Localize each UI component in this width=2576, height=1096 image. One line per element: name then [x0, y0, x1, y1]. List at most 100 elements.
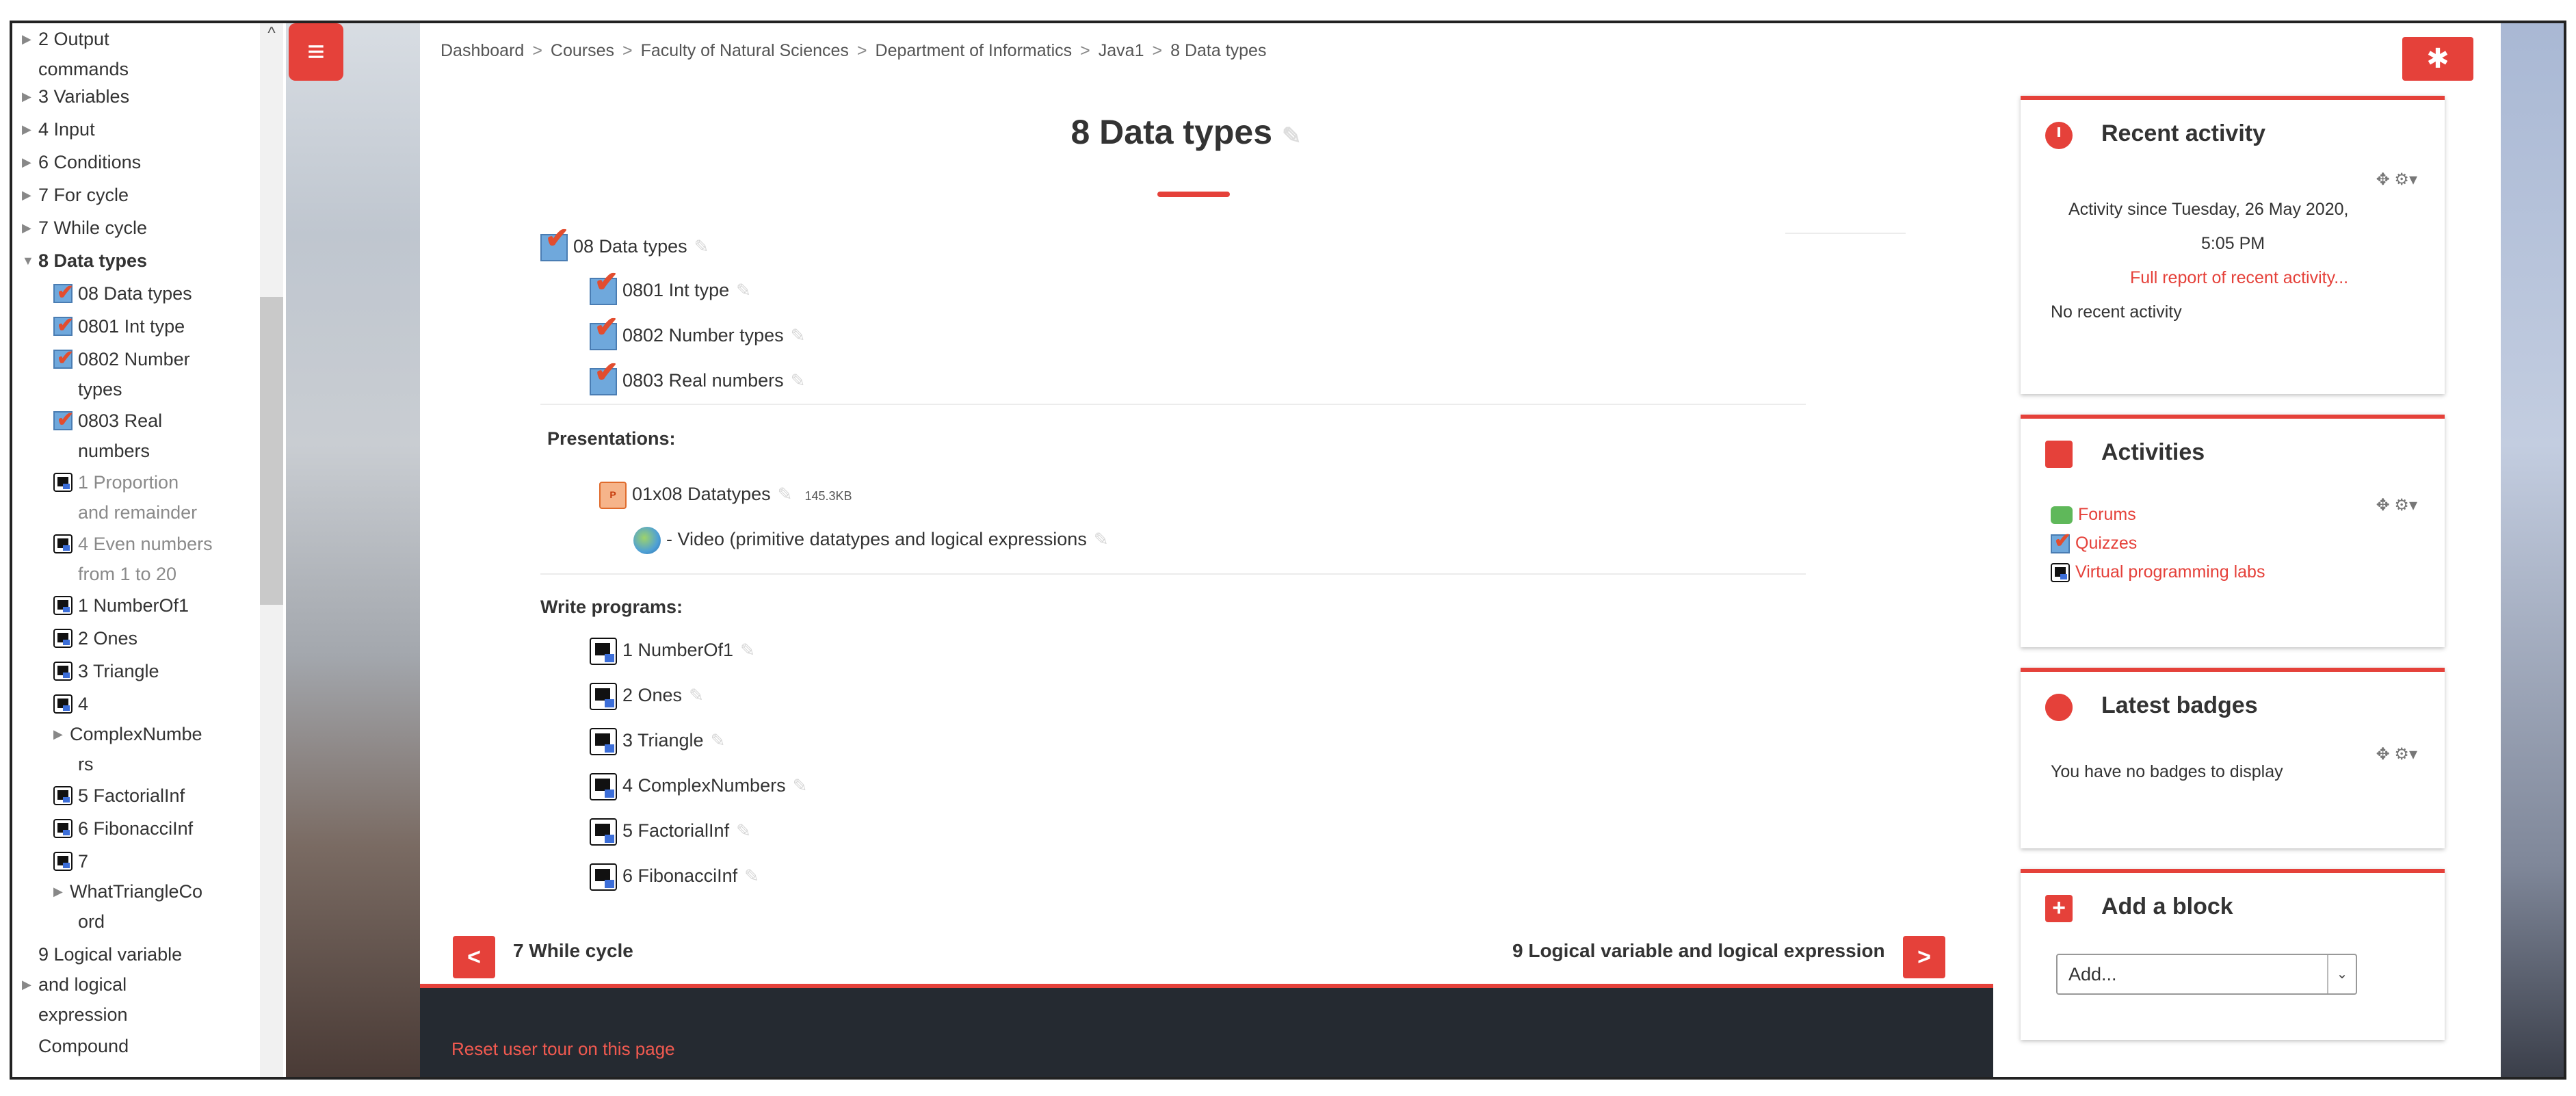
edit-pencil-icon[interactable]: ✎	[778, 484, 793, 504]
quiz-icon	[540, 224, 569, 261]
quiz-icon	[53, 406, 74, 434]
edit-pencil-icon[interactable]: ✎	[1094, 529, 1109, 549]
vpl-factorialinf[interactable]: 5 FactorialInf ✎	[590, 817, 751, 846]
add-block-select[interactable]: Add... ⌄	[2056, 954, 2357, 995]
vpl-fibonacciinf[interactable]: 6 FibonacciInf ✎	[590, 862, 759, 891]
vpl-icon	[53, 472, 73, 492]
drawer-item-vpl-fibonacciinf[interactable]: 6 FibonacciInf	[53, 813, 286, 843]
vpl-icon	[53, 534, 73, 553]
activities-block: Activities ✥ ⚙▾ Forums Quizzes Virtual p…	[2021, 415, 2445, 647]
page-title: 8 Data types ✎	[1070, 113, 1302, 151]
vpl-icon	[53, 818, 73, 838]
vpl-link[interactable]: Virtual programming labs	[2051, 562, 2265, 583]
background-photo	[286, 23, 420, 1077]
drawer-item-quiz-0803[interactable]: 0803 Real numbers	[53, 405, 286, 465]
prev-section-link[interactable]: 7 While cycle	[513, 940, 633, 962]
drawer-item-6-conditions[interactable]: ▶ 6 Conditions	[22, 146, 254, 177]
drawer-item-vpl-complexnumbers[interactable]: 4 ▶ ComplexNumbe rs	[53, 688, 286, 779]
expanded-triangle-icon: ▼	[22, 253, 34, 268]
presentations-label: Presentations:	[547, 428, 676, 449]
move-configure-icon[interactable]: ✥ ⚙▾	[2376, 170, 2417, 190]
edit-pencil-icon[interactable]: ✎	[744, 865, 759, 886]
drawer-item-4-input[interactable]: ▶ 4 Input	[22, 114, 254, 144]
file-size: 145.3KB	[804, 489, 852, 503]
edit-pencil-icon[interactable]: ✎	[791, 325, 806, 345]
nav-drawer: ^ ▶ 2 Output commands ▶ 3 Variables ▶ 4 Inp…	[12, 23, 286, 1077]
collapsed-triangle-icon: ▶	[53, 727, 63, 741]
quiz-0803[interactable]: 0803 Real numbers✎	[590, 358, 806, 395]
hamburger-icon[interactable]: ≡	[289, 23, 343, 81]
vpl-ones[interactable]: 2 Ones ✎	[590, 681, 704, 710]
quiz-08-data-types[interactable]: 08 Data types✎	[540, 224, 709, 261]
gear-icon[interactable]: ✱	[2402, 37, 2473, 81]
edit-pencil-icon[interactable]: ✎	[736, 280, 751, 300]
edit-pencil-icon[interactable]: ✎	[1282, 123, 1302, 149]
drawer-item-3-variables[interactable]: ▶ 3 Variables	[22, 81, 254, 111]
vpl-icon	[590, 637, 617, 665]
breadcrumb-dashboard[interactable]: Dashboard	[441, 41, 524, 60]
vpl-icon	[53, 595, 73, 615]
drawer-item-9-logical[interactable]: 9 Logical variable ▶ and logical expressi…	[22, 939, 254, 1029]
edit-pencil-icon[interactable]: ✎	[694, 236, 709, 257]
drawer-item-vpl-whattriangle[interactable]: 7 ▶ WhatTriangleCo ord	[53, 846, 286, 936]
edit-pencil-icon[interactable]: ✎	[740, 640, 755, 660]
drawer-item-7-for-cycle[interactable]: ▶ 7 For cycle	[22, 179, 254, 209]
block-title: Activities	[2101, 439, 2205, 465]
edit-pencil-icon[interactable]: ✎	[793, 775, 808, 796]
chevron-right-icon[interactable]: >	[1903, 936, 1945, 978]
forums-link[interactable]: Forums	[2051, 505, 2136, 525]
quiz-0802[interactable]: 0802 Number types✎	[590, 313, 806, 350]
drawer-item-vpl-ones[interactable]: 2 Ones	[53, 623, 286, 653]
drawer-item-vpl-proportion[interactable]: 1 Proportion and remainder	[53, 467, 286, 527]
divider	[540, 573, 1806, 575]
collapsed-triangle-icon: ▶	[22, 977, 31, 991]
write-programs-label: Write programs:	[540, 597, 683, 617]
drawer-item-compound[interactable]: Compound	[22, 1030, 254, 1060]
drawer-item-2-output[interactable]: ▶ 2 Output commands	[22, 23, 254, 83]
chevron-left-icon[interactable]: <	[453, 936, 495, 978]
edit-pencil-icon[interactable]: ✎	[736, 820, 751, 841]
globe-link-icon	[633, 526, 661, 554]
edit-pencil-icon[interactable]: ✎	[791, 370, 806, 391]
breadcrumb-courses[interactable]: Courses	[551, 41, 614, 60]
block-title: Latest badges	[2101, 692, 2258, 718]
drawer-item-7-while-cycle[interactable]: ▶ 7 While cycle	[22, 212, 254, 242]
drawer-item-quiz-0802[interactable]: 0802 Number types	[53, 343, 286, 404]
full-report-link[interactable]: Full report of recent activity...	[2130, 268, 2348, 288]
edit-pencil-icon[interactable]: ✎	[689, 685, 704, 705]
breadcrumb-course[interactable]: Java1	[1099, 41, 1144, 60]
move-configure-icon[interactable]: ✥ ⚙▾	[2376, 744, 2417, 764]
drawer-item-vpl-factorialinf[interactable]: 5 FactorialInf	[53, 780, 286, 810]
vpl-icon	[53, 628, 73, 648]
scroll-up-arrow-icon[interactable]: ^	[263, 25, 280, 42]
drawer-item-8-data-types[interactable]: ▼ 8 Data types	[22, 245, 254, 275]
video-link[interactable]: - Video (primitive datatypes and logical…	[633, 525, 1109, 554]
move-configure-icon[interactable]: ✥ ⚙▾	[2376, 495, 2417, 515]
vpl-numberof1[interactable]: 1 NumberOf1 ✎	[590, 636, 755, 665]
vpl-icon	[590, 863, 617, 891]
drawer-item-vpl-numberof1[interactable]: 1 NumberOf1	[53, 590, 286, 620]
block-title: Add a block	[2101, 893, 2233, 919]
breadcrumb-department[interactable]: Department of Informatics	[876, 41, 1073, 60]
add-block-block: + Add a block Add... ⌄	[2021, 869, 2445, 1040]
vpl-triangle[interactable]: 3 Triangle ✎	[590, 727, 725, 755]
vpl-complexnumbers[interactable]: 4 ComplexNumbers ✎	[590, 772, 807, 800]
vpl-icon	[590, 682, 617, 710]
next-section-link[interactable]: 9 Logical variable and logical expressio…	[1512, 940, 1885, 962]
reset-tour-link[interactable]: Reset user tour on this page	[451, 1039, 675, 1060]
divider	[1785, 233, 1906, 234]
breadcrumb-section[interactable]: 8 Data types	[1170, 41, 1266, 60]
activity-since-time: 5:05 PM	[2201, 234, 2265, 253]
block-title: Recent activity	[2101, 120, 2265, 146]
drawer-item-quiz-08[interactable]: 08 Data types	[53, 278, 286, 308]
breadcrumb-faculty[interactable]: Faculty of Natural Sciences	[641, 41, 849, 60]
drawer-item-vpl-triangle[interactable]: 3 Triangle	[53, 655, 286, 686]
edit-pencil-icon[interactable]: ✎	[711, 730, 726, 751]
quizzes-link[interactable]: Quizzes	[2051, 529, 2137, 554]
quiz-0801[interactable]: 0801 Int type✎	[590, 268, 751, 305]
presentation-file[interactable]: P 01x08 Datatypes ✎ 145.3KB	[599, 480, 852, 510]
page-footer: Reset user tour on this page	[420, 984, 1993, 1077]
drawer-item-quiz-0801[interactable]: 0801 Int type	[53, 311, 286, 341]
drawer-item-vpl-even-numbers[interactable]: 4 Even numbers from 1 to 20	[53, 528, 286, 588]
quiz-icon	[590, 358, 618, 395]
